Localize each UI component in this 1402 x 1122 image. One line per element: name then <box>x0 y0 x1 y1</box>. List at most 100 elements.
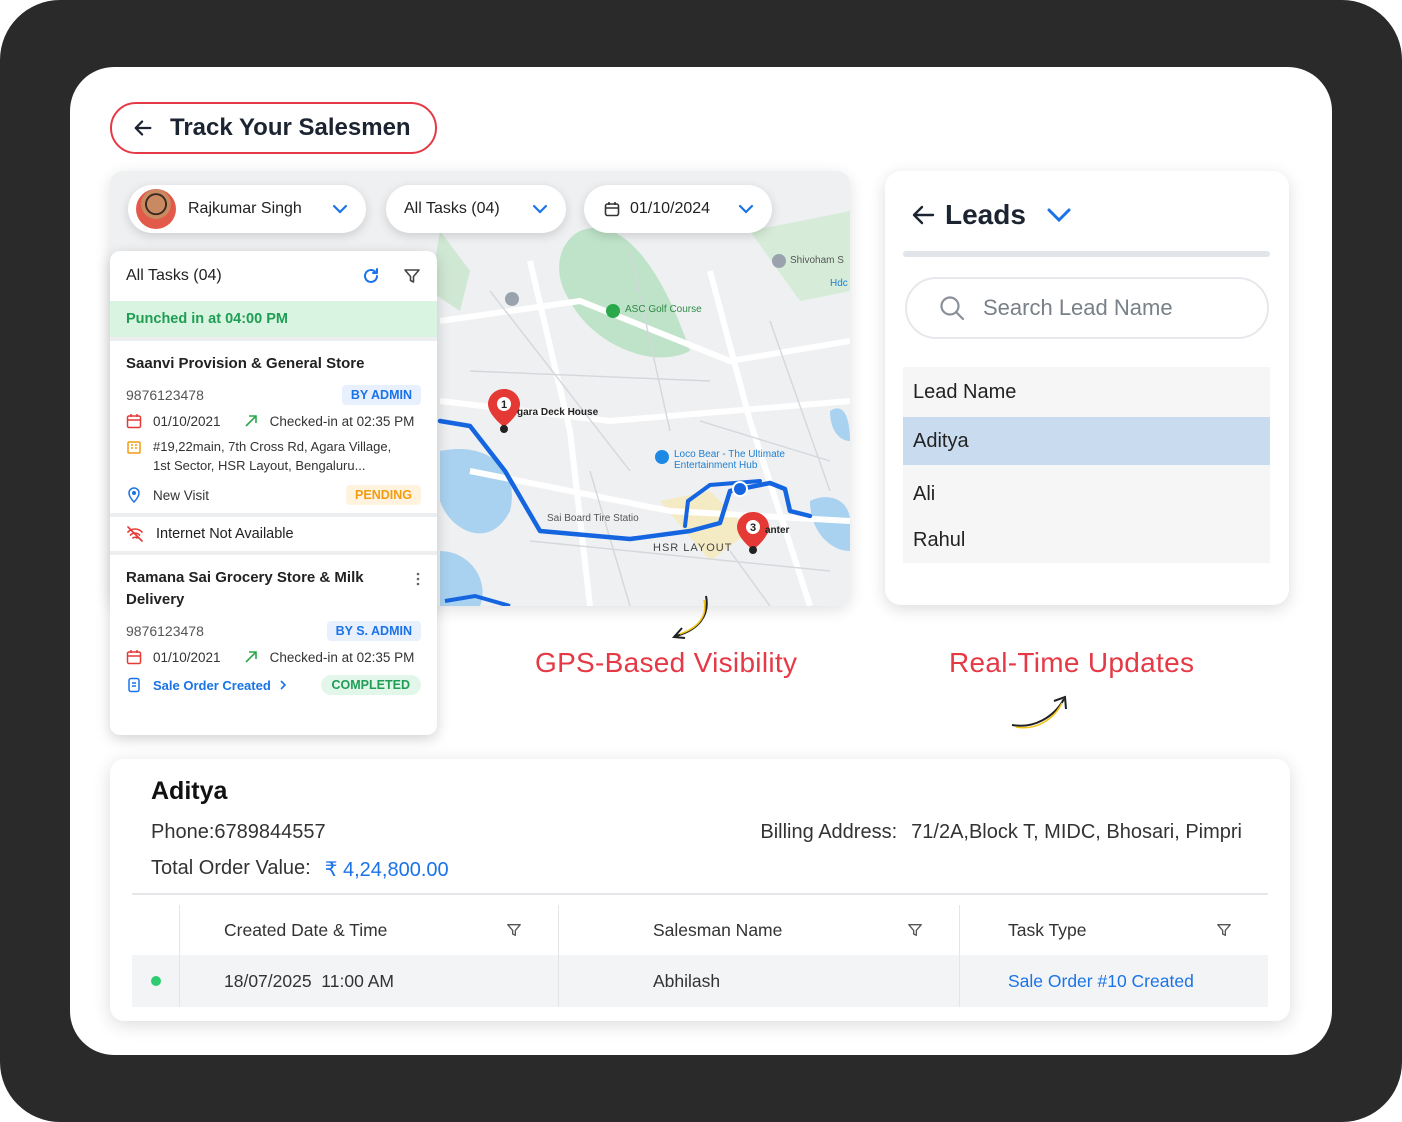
divider <box>132 893 1268 895</box>
salesman-select[interactable]: Rajkumar Singh <box>128 185 366 233</box>
location-icon <box>128 487 140 503</box>
pin-label-1: 1 <box>501 399 507 411</box>
app-screen: Track Your Salesmen 1 3 Shivoham S ASC G… <box>70 67 1332 1055</box>
status-badge: COMPLETED <box>320 675 421 695</box>
refresh-icon[interactable] <box>361 266 381 286</box>
lead-phone: Phone:6789844557 <box>151 821 326 843</box>
filter-icon[interactable] <box>907 922 923 938</box>
more-options-icon[interactable] <box>415 571 421 587</box>
map-label: Hdc <box>830 278 848 289</box>
tasks-panel-header: All Tasks (04) <box>110 251 437 301</box>
visit-type: New Visit <box>153 487 210 503</box>
leads-header[interactable]: Leads <box>911 199 1072 231</box>
lead-item[interactable]: Ali <box>903 465 1270 517</box>
task-card[interactable]: Saanvi Provision & General Store 9876123… <box>110 337 437 513</box>
billing-address: Billing Address: 71/2A,Block T, MIDC, Bh… <box>760 821 1242 844</box>
task-store-name: Saanvi Provision & General Store <box>126 355 365 372</box>
assigned-by-badge: BY ADMIN <box>341 385 421 405</box>
divider <box>903 251 1270 257</box>
chevron-down-icon <box>532 204 548 214</box>
table-row[interactable]: 18/07/2025 11:00 AM Abhilash Sale Order … <box>132 955 1268 1007</box>
chevron-down-icon <box>332 204 348 214</box>
column-header-label: Created Date & Time <box>224 919 388 940</box>
leads-panel: Leads Search Lead Name Lead Name Aditya … <box>885 171 1289 605</box>
map-label: Shivoham S <box>790 255 844 266</box>
total-order-label: Total Order Value: <box>151 857 311 879</box>
activity-table: Created Date & Time Salesman Name Task T… <box>132 905 1268 1007</box>
lead-item[interactable]: Aditya <box>903 417 1270 465</box>
assigned-by-badge: BY S. ADMIN <box>326 621 421 641</box>
filter-icon[interactable] <box>1216 922 1232 938</box>
search-icon <box>940 296 965 321</box>
chevron-right-icon <box>280 680 286 690</box>
building-icon <box>127 441 141 454</box>
page-title: Track Your Salesmen <box>170 114 411 141</box>
status-dot <box>150 976 161 986</box>
leads-table-header: Lead Name <box>903 367 1270 417</box>
map-label: gara Deck House <box>517 407 599 418</box>
curved-arrow-icon <box>1011 695 1067 729</box>
task-store-name: Ramana Sai Grocery Store & Milk <box>126 569 364 586</box>
checkin-icon <box>245 651 257 663</box>
salesman-name: Rajkumar Singh <box>188 200 302 217</box>
task-date: 01/10/2021 <box>153 413 221 429</box>
punched-in-status: Punched in at 04:00 PM <box>110 301 437 337</box>
lead-name: Aditya <box>151 777 228 805</box>
page-header[interactable]: Track Your Salesmen <box>110 102 437 154</box>
filter-icon[interactable] <box>403 267 421 285</box>
calendar-icon <box>126 414 142 429</box>
chevron-down-icon <box>738 204 754 214</box>
row-salesman: Abhilash <box>559 955 960 1007</box>
total-order-value: Total Order Value: ₹ 4,24,800.00 <box>151 857 449 882</box>
column-header-label: Task Type <box>1008 919 1087 940</box>
checkin-time: Checked-in at 02:35 PM <box>269 649 415 665</box>
back-arrow-icon[interactable] <box>132 117 154 139</box>
lead-item[interactable]: Rahul <box>903 517 1270 563</box>
checkin-time: Checked-in at 02:35 PM <box>269 413 415 429</box>
total-order-amount: ₹ 4,24,800.00 <box>324 859 449 881</box>
task-filter-select[interactable]: All Tasks (04) <box>386 185 566 233</box>
task-address-line1: #19,22main, 7th Cross Rd, Agara Village, <box>153 439 392 454</box>
task-phone: 9876123478 <box>126 387 204 403</box>
wifi-off-icon <box>127 526 143 542</box>
receipt-icon <box>128 677 140 693</box>
chevron-down-icon[interactable] <box>1046 207 1072 223</box>
task-address-line2: 1st Sector, HSR Layout, Bengaluru... <box>153 458 366 473</box>
calendar-icon <box>126 650 142 665</box>
sale-order-link[interactable]: Sale Order Created <box>153 678 271 693</box>
row-datetime: 18/07/2025 11:00 AM <box>180 955 559 1007</box>
device-frame: Track Your Salesmen 1 3 Shivoham S ASC G… <box>0 0 1402 1122</box>
back-arrow-icon[interactable] <box>911 204 935 226</box>
task-card[interactable]: Ramana Sai Grocery Store & Milk Delivery… <box>110 555 437 703</box>
checkin-icon <box>245 415 257 427</box>
calendar-icon <box>604 202 620 217</box>
gps-callout: GPS-Based Visibility <box>535 647 798 678</box>
map-label: anter <box>765 525 790 536</box>
tasks-panel: All Tasks (04) Punched in at 04:00 PM Sa… <box>110 251 437 735</box>
task-date: 01/10/2021 <box>153 649 221 665</box>
status-badge: PENDING <box>346 485 421 505</box>
map-label: ASC Golf Course <box>625 304 702 315</box>
filter-icon[interactable] <box>506 922 522 938</box>
map-label: HSR LAYOUT <box>653 542 732 554</box>
column-header[interactable]: Salesman Name <box>559 905 960 955</box>
curved-arrow-icon <box>671 595 708 639</box>
tasks-panel-title: All Tasks (04) <box>126 267 222 284</box>
billing-value: 71/2A,Block T, MIDC, Bhosari, Pimpri <box>911 821 1242 843</box>
billing-label: Billing Address: <box>760 821 898 843</box>
map-label: Entertainment Hub <box>674 460 758 471</box>
column-header[interactable]: Created Date & Time <box>180 905 559 955</box>
task-store-name-cont: Delivery <box>126 591 185 608</box>
lead-detail-card: Aditya Phone:6789844557 Total Order Valu… <box>110 759 1290 1021</box>
column-header-label: Salesman Name <box>653 919 783 940</box>
leads-table: Lead Name Aditya Ali Rahul <box>903 367 1270 563</box>
connection-status: Internet Not Available <box>110 513 437 555</box>
avatar <box>136 189 176 229</box>
map-label: Loco Bear - The Ultimate <box>674 449 785 460</box>
column-header[interactable]: Task Type <box>960 905 1268 955</box>
row-task-link[interactable]: Sale Order #10 Created <box>960 955 1268 1007</box>
map-label: Sai Board Tire Statio <box>547 513 639 524</box>
date-picker[interactable]: 01/10/2024 <box>584 185 772 233</box>
pin-label-3: 3 <box>750 522 756 534</box>
lead-search-input[interactable]: Search Lead Name <box>905 277 1269 339</box>
